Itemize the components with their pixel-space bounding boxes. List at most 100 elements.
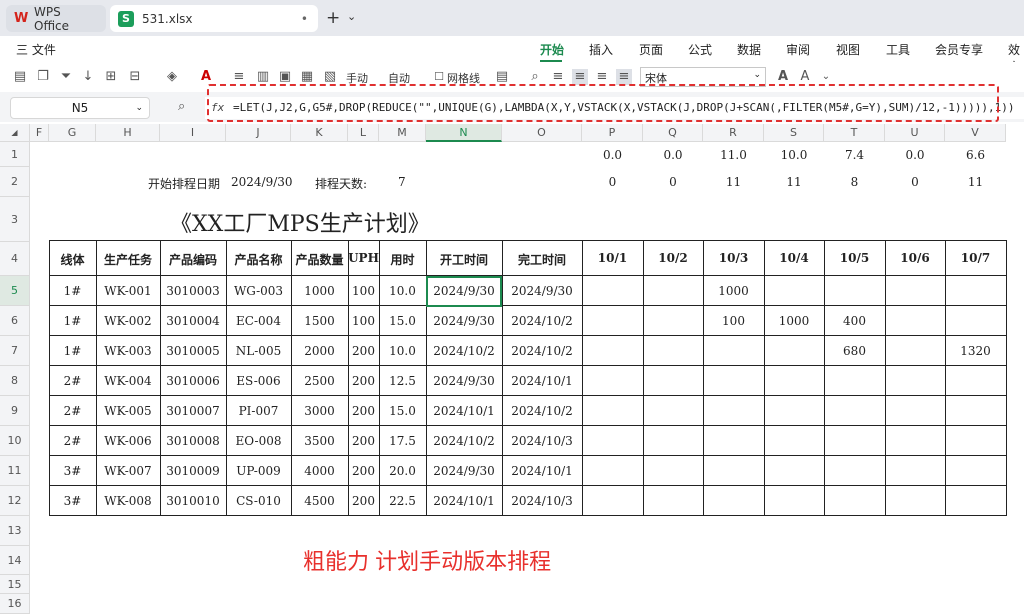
table-icon[interactable]: ⊞ [103, 69, 119, 85]
table-cell[interactable]: 680 [824, 344, 885, 358]
table-cell[interactable]: 3010006 [160, 374, 226, 388]
table-cell[interactable]: 10.0 [379, 344, 426, 358]
table-cell[interactable]: 12.5 [379, 374, 426, 388]
row-header-10[interactable]: 10 [0, 426, 30, 456]
font-color-icon[interactable]: A [198, 69, 214, 85]
align-center-icon[interactable]: ≡ [572, 69, 588, 85]
table-cell[interactable]: 2024/10/3 [502, 434, 582, 448]
table-cell[interactable]: 3010004 [160, 314, 226, 328]
table-cell[interactable]: UP-009 [226, 464, 291, 478]
table-cell[interactable]: 2024/9/30 [426, 464, 502, 478]
select-all-corner[interactable]: ◢ [0, 124, 30, 142]
conditional-format-icon[interactable]: ▦ [299, 69, 315, 85]
table-header-cell[interactable]: 10/4 [764, 251, 824, 265]
table-cell[interactable]: 1500 [291, 314, 348, 328]
layout-icon[interactable]: ▤ [494, 69, 510, 85]
row-header-14[interactable]: 14 [0, 546, 30, 575]
increase-font-icon[interactable]: A [775, 69, 791, 85]
table-cell[interactable]: WK-003 [96, 344, 160, 358]
table-header-cell[interactable]: 产品编码 [160, 251, 226, 268]
table-cell[interactable]: 2024/10/1 [426, 494, 502, 508]
column-header-f[interactable]: F [30, 124, 49, 142]
table-cell[interactable]: 200 [348, 494, 379, 508]
row-header-11[interactable]: 11 [0, 456, 30, 486]
row1-value[interactable]: 0.0 [643, 148, 703, 162]
row1-value[interactable]: 10.0 [764, 148, 824, 162]
table-cell[interactable]: 3500 [291, 434, 348, 448]
border-icon[interactable]: ⊟ [127, 69, 143, 85]
row1-value[interactable]: 6.6 [945, 148, 1006, 162]
table-cell[interactable]: 3010010 [160, 494, 226, 508]
tab-wps-office[interactable]: W WPS Office [6, 5, 106, 33]
table-cell[interactable]: 1000 [291, 284, 348, 298]
table-cell[interactable]: 200 [348, 464, 379, 478]
row-header-7[interactable]: 7 [0, 336, 30, 366]
table-cell[interactable]: 2024/10/2 [502, 314, 582, 328]
sort-icon[interactable]: ↓ [80, 69, 96, 85]
align-right-icon[interactable]: ≡ [594, 69, 610, 85]
column-header-q[interactable]: Q [643, 124, 703, 142]
table-cell[interactable]: EO-008 [226, 434, 291, 448]
table-cell[interactable]: 2# [49, 434, 96, 448]
wrap-icon[interactable]: ≡ [231, 69, 247, 85]
table-cell[interactable]: 2024/9/30 [502, 284, 582, 298]
more-chevron-icon[interactable]: ⌄ [818, 69, 834, 85]
column-header-i[interactable]: I [160, 124, 226, 142]
table-cell[interactable]: 22.5 [379, 494, 426, 508]
table-cell[interactable]: 2500 [291, 374, 348, 388]
row-header-4[interactable]: 4 [0, 242, 30, 276]
table-cell[interactable]: WK-007 [96, 464, 160, 478]
table-cell[interactable]: 15.0 [379, 314, 426, 328]
table-cell[interactable]: 3010005 [160, 344, 226, 358]
table-header-cell[interactable]: 生产任务 [96, 251, 160, 268]
table-cell[interactable]: WK-001 [96, 284, 160, 298]
table-header-cell[interactable]: 10/6 [885, 251, 945, 265]
table-cell[interactable]: 3010008 [160, 434, 226, 448]
table-cell[interactable]: 2024/10/1 [502, 464, 582, 478]
table-cell[interactable]: 200 [348, 404, 379, 418]
table-cell[interactable]: WK-002 [96, 314, 160, 328]
table-cell[interactable]: 2024/10/2 [502, 344, 582, 358]
row1-value[interactable]: 7.4 [824, 148, 885, 162]
column-header-u[interactable]: U [885, 124, 945, 142]
column-header-s[interactable]: S [764, 124, 824, 142]
row2-value[interactable]: 11 [703, 175, 764, 189]
table-cell[interactable]: NL-005 [226, 344, 291, 358]
table-cell[interactable]: 2024/10/2 [426, 434, 502, 448]
table-cell[interactable]: CS-010 [226, 494, 291, 508]
freeze-icon[interactable]: ▧ [322, 69, 338, 85]
row2-value[interactable]: 0 [885, 175, 945, 189]
row-header-5[interactable]: 5 [0, 276, 30, 306]
table-cell[interactable]: 1320 [945, 344, 1006, 358]
table-cell[interactable]: 2# [49, 374, 96, 388]
table-cell[interactable]: 2024/10/2 [426, 344, 502, 358]
menu-home[interactable]: 开始 [540, 41, 564, 58]
row-header-6[interactable]: 6 [0, 306, 30, 336]
column-header-h[interactable]: H [96, 124, 160, 142]
merge-icon[interactable]: ▥ [255, 69, 271, 85]
table-header-cell[interactable]: 10/5 [824, 251, 885, 265]
column-header-r[interactable]: R [703, 124, 764, 142]
column-header-p[interactable]: P [582, 124, 643, 142]
row-header-16[interactable]: 16 [0, 594, 30, 614]
table-cell[interactable]: 4000 [291, 464, 348, 478]
table-header-cell[interactable]: 开工时间 [426, 251, 502, 268]
table-cell[interactable]: 3# [49, 464, 96, 478]
menu-formula[interactable]: 公式 [688, 41, 712, 58]
column-header-o[interactable]: O [502, 124, 582, 142]
table-cell[interactable]: 1000 [764, 314, 824, 328]
fill-color-icon[interactable]: ◈ [164, 69, 180, 85]
row1-value[interactable]: 0.0 [885, 148, 945, 162]
column-header-v[interactable]: V [945, 124, 1006, 142]
table-header-cell[interactable]: 10/1 [582, 251, 643, 265]
table-cell[interactable]: 4500 [291, 494, 348, 508]
row2-value[interactable]: 0 [643, 175, 703, 189]
table-cell[interactable]: 200 [348, 344, 379, 358]
column-header-k[interactable]: K [291, 124, 348, 142]
zoom-icon[interactable]: ⌕ [178, 99, 185, 114]
column-header-l[interactable]: L [348, 124, 379, 142]
table-cell[interactable]: 2024/10/2 [502, 404, 582, 418]
menu-insert[interactable]: 插入 [589, 41, 613, 58]
row2-value[interactable]: 11 [764, 175, 824, 189]
row2-value[interactable]: 11 [945, 175, 1006, 189]
